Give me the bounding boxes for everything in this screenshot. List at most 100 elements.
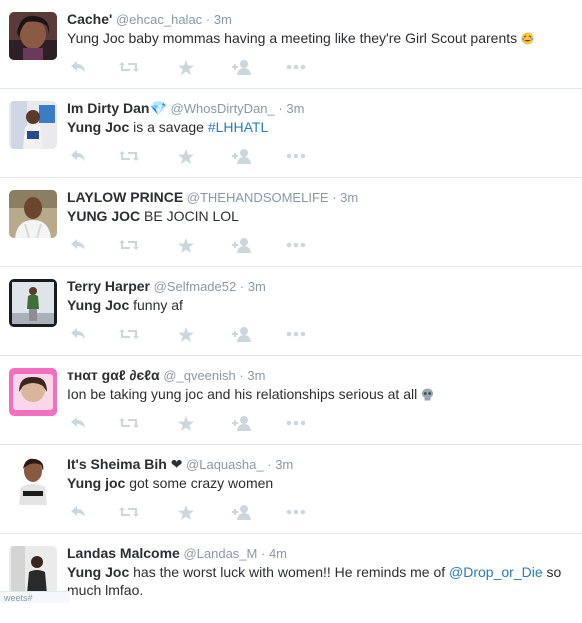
keyword: Yung Joc [67,564,130,580]
reply-icon[interactable] [67,503,89,521]
follow-icon[interactable] [231,58,253,76]
retweet-icon[interactable] [118,58,140,76]
tweet[interactable]: Im Dirty Dan💎 @WhosDirtyDan_ · 3m Yung J… [0,89,582,178]
more-icon[interactable] [285,58,307,76]
follow-icon[interactable] [231,414,253,432]
separator: · [260,546,266,561]
user-name[interactable]: Im Dirty Dan💎 [67,100,167,116]
tweet-header: LAYLOW PRINCE @THEHANDSOMELIFE · 3m [67,188,358,207]
tweet[interactable]: Terry Harper @Selfmade52 · 3m Yung Joc f… [0,267,582,356]
separator: · [267,457,272,472]
retweet-icon[interactable] [118,414,140,432]
star-icon[interactable] [175,325,197,343]
tweet-text: YUNG JOC BE JOCIN LOL [67,207,575,225]
tweet[interactable]: Cache' @ehcac_halac · 3m Yung Joc baby m… [0,0,582,89]
user-name[interactable]: Cache' [67,11,112,27]
user-handle[interactable]: @THEHANDSOMELIFE [187,190,329,205]
keyword: YUNG JOC [67,208,141,224]
star-icon[interactable] [175,58,197,76]
follow-icon[interactable] [231,325,253,343]
user-handle[interactable]: @_qveenish [163,368,235,383]
user-handle[interactable]: @WhosDirtyDan_ [171,101,275,116]
separator: · [239,368,244,383]
separator: · [332,190,337,205]
user-name[interactable]: тнαт gαℓ ∂єℓα [67,367,160,383]
user-handle[interactable]: @Landas_M [183,546,257,561]
timestamp[interactable]: 3m [248,279,266,294]
avatar[interactable] [9,546,57,594]
footer-tab[interactable]: weets# [0,591,70,603]
tweet-text: Yung joc got some crazy women [67,474,575,492]
mention-link[interactable]: @Drop_or_Die [449,564,543,580]
timestamp[interactable]: 3m [340,190,358,205]
timestamp[interactable]: 3m [214,12,232,27]
tweet-text-body: Yung Joc baby mommas having a meeting li… [67,30,522,46]
more-icon[interactable] [285,236,307,254]
tweet-header: Im Dirty Dan💎 @WhosDirtyDan_ · 3m [67,99,304,118]
user-handle[interactable]: @Selfmade52 [154,279,237,294]
follow-icon[interactable] [231,147,253,165]
tweet-header: Terry Harper @Selfmade52 · 3m [67,277,266,296]
hashtag-link[interactable]: #LHHATL [208,119,268,135]
tweet[interactable]: It's Sheima Bih ❤ @Laquasha_ · 3m Yung j… [0,445,582,534]
reply-icon[interactable] [67,414,89,432]
keyword: Yung Joc [67,119,130,135]
separator: · [239,279,245,294]
tweet-header: It's Sheima Bih ❤ @Laquasha_ · 3m [67,455,293,474]
tweet-text: Yung Joc has the worst luck with women!!… [67,563,575,599]
user-name[interactable]: It's Sheima Bih ❤ [67,456,182,472]
tweet[interactable]: Landas Malcome @Landas_M · 4m Yung Joc h… [0,534,582,623]
user-name[interactable]: Landas Malcome [67,545,180,561]
avatar[interactable] [9,101,57,149]
tweet-header: Cache' @ehcac_halac · 3m [67,10,232,29]
user-handle[interactable]: @Laquasha_ [186,457,264,472]
keyword: Yung joc [67,475,126,491]
star-icon[interactable] [175,503,197,521]
skull-emoji [421,387,434,401]
tweet-text: Yung Joc baby mommas having a meeting li… [67,29,575,47]
tears-of-joy-emoji [521,31,534,45]
separator: · [278,101,283,116]
timestamp[interactable]: 3m [286,101,304,116]
avatar[interactable] [9,12,57,60]
retweet-icon[interactable] [118,236,140,254]
separator: · [205,12,211,27]
star-icon[interactable] [175,414,197,432]
follow-icon[interactable] [231,236,253,254]
avatar[interactable] [9,279,57,327]
tweet-header: тнαт gαℓ ∂єℓα @_qveenish · 3m [67,366,265,385]
star-icon[interactable] [175,147,197,165]
tweet[interactable]: тнαт gαℓ ∂єℓα @_qveenish · 3m Ion be tak… [0,356,582,445]
reply-icon[interactable] [67,236,89,254]
avatar[interactable] [9,368,57,416]
tweet-text: Ion be taking yung joc and his relations… [67,385,575,403]
tweet-text-body: has the worst luck with women!! He remin… [129,564,450,580]
more-icon[interactable] [285,325,307,343]
timestamp[interactable]: 3m [275,457,293,472]
user-name[interactable]: LAYLOW PRINCE [67,189,183,205]
more-icon[interactable] [285,414,307,432]
avatar[interactable] [9,457,57,505]
timestamp[interactable]: 4m [269,546,287,561]
tweet-text-body: Ion be taking yung joc and his relations… [67,386,422,402]
retweet-icon[interactable] [118,147,140,165]
retweet-icon[interactable] [118,503,140,521]
tweet[interactable]: LAYLOW PRINCE @THEHANDSOMELIFE · 3m YUNG… [0,178,582,267]
keyword: Yung Joc [67,297,130,313]
star-icon[interactable] [175,236,197,254]
tweet-text-body: BE JOCIN LOL [140,208,239,224]
reply-icon[interactable] [67,58,89,76]
user-name[interactable]: Terry Harper [67,278,150,294]
tweet-text-body: is a savage [129,119,208,135]
avatar[interactable] [9,190,57,238]
user-handle[interactable]: @ehcac_halac [116,12,202,27]
follow-icon[interactable] [231,503,253,521]
tweet-text-body: got some crazy women [125,475,274,491]
timestamp[interactable]: 3m [247,368,265,383]
more-icon[interactable] [285,503,307,521]
tweet-header: Landas Malcome @Landas_M · 4m [67,544,287,563]
reply-icon[interactable] [67,325,89,343]
reply-icon[interactable] [67,147,89,165]
retweet-icon[interactable] [118,325,140,343]
more-icon[interactable] [285,147,307,165]
